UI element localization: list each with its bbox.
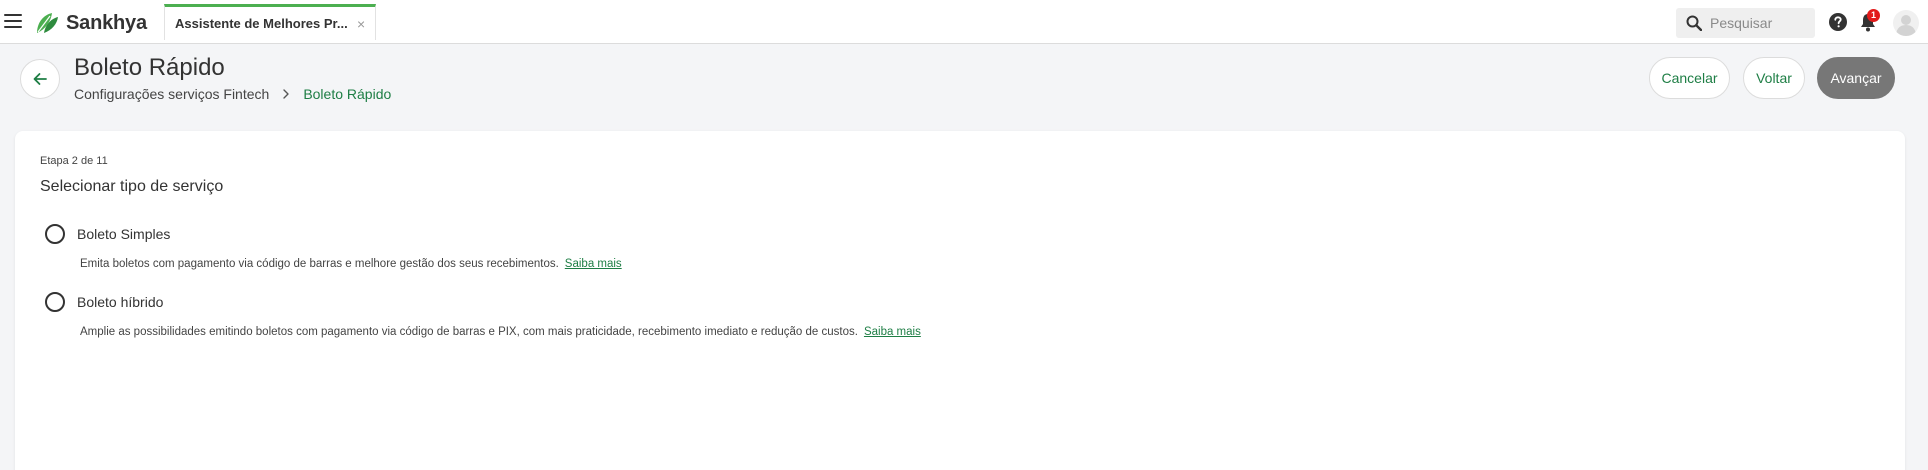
- next-button[interactable]: Avançar: [1817, 57, 1895, 99]
- breadcrumb-item-current: Boleto Rápido: [303, 86, 392, 102]
- top-bar: Sankhya Assistente de Melhores Pr... × 1: [0, 0, 1928, 44]
- option-label: Boleto Simples: [77, 226, 171, 242]
- arrow-left-icon: [33, 73, 47, 85]
- saiba-mais-link[interactable]: Saiba mais: [864, 326, 921, 338]
- help-icon[interactable]: [1829, 13, 1847, 31]
- chevron-right-icon: [283, 89, 290, 99]
- description-text: Amplie as possibilidades emitindo boleto…: [80, 326, 858, 338]
- menu-icon[interactable]: [4, 14, 22, 28]
- back-button[interactable]: Voltar: [1743, 57, 1805, 99]
- search-input[interactable]: [1710, 15, 1810, 31]
- breadcrumb-item-fintech[interactable]: Configurações serviços Fintech: [74, 86, 269, 102]
- radio-button[interactable]: [45, 292, 65, 312]
- tab-close-icon[interactable]: ×: [357, 16, 365, 32]
- description-text: Emita boletos com pagamento via código d…: [80, 258, 559, 270]
- step-indicator: Etapa 2 de 11: [40, 155, 108, 167]
- search-box[interactable]: [1676, 8, 1815, 38]
- tab-label: Assistente de Melhores Pr...: [175, 16, 348, 31]
- brand-name: Sankhya: [66, 11, 147, 34]
- option-boleto-simples[interactable]: Boleto Simples: [45, 224, 170, 244]
- wizard-card: Etapa 2 de 11 Selecionar tipo de serviço…: [15, 131, 1905, 470]
- saiba-mais-link[interactable]: Saiba mais: [565, 258, 622, 270]
- option-description: Emita boletos com pagamento via código d…: [80, 258, 622, 270]
- search-icon: [1686, 15, 1702, 31]
- page-title: Boleto Rápido: [74, 54, 225, 81]
- option-boleto-hibrido[interactable]: Boleto híbrido: [45, 292, 163, 312]
- cancel-button[interactable]: Cancelar: [1649, 57, 1730, 99]
- option-label: Boleto híbrido: [77, 294, 164, 310]
- breadcrumb: Configurações serviços Fintech Boleto Rá…: [74, 86, 391, 102]
- tab-assistente[interactable]: Assistente de Melhores Pr... ×: [164, 4, 376, 40]
- notification-badge: 1: [1867, 9, 1880, 22]
- sankhya-leaf-icon: [37, 13, 58, 33]
- back-arrow-button[interactable]: [20, 59, 60, 99]
- section-title: Selecionar tipo de serviço: [40, 178, 224, 195]
- option-description: Amplie as possibilidades emitindo boleto…: [80, 326, 921, 338]
- brand-logo[interactable]: Sankhya: [34, 11, 147, 35]
- user-avatar-icon[interactable]: [1893, 10, 1919, 36]
- radio-button[interactable]: [45, 224, 65, 244]
